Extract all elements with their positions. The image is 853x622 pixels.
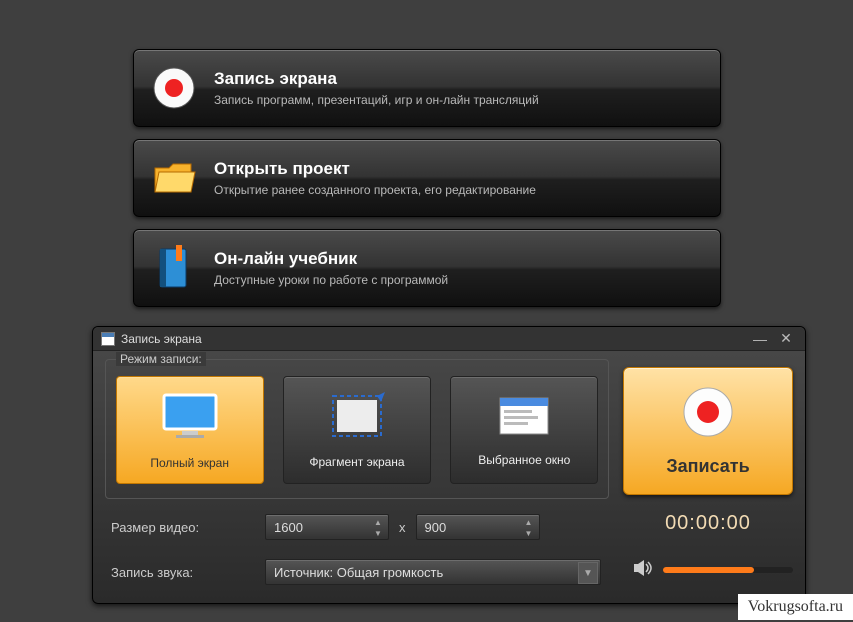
record-button[interactable]: Записать: [623, 367, 793, 495]
video-size-label: Размер видео:: [105, 520, 265, 535]
watermark: Vokrugsofta.ru: [738, 594, 853, 620]
menu-title: Он-лайн учебник: [214, 249, 720, 269]
volume-slider[interactable]: [663, 567, 793, 573]
folder-icon: [148, 152, 200, 204]
spin-down-icon[interactable]: ▼: [521, 528, 537, 539]
selection-icon: [329, 392, 385, 443]
width-input[interactable]: 1600 ▲▼: [265, 514, 389, 540]
audio-source-select[interactable]: Источник: Общая громкость ▼: [265, 559, 601, 585]
audio-row: Запись звука: Источник: Общая громкость …: [105, 557, 609, 587]
audio-label: Запись звука:: [105, 565, 265, 580]
window-icon: [496, 394, 552, 441]
spin-up-icon[interactable]: ▲: [370, 517, 386, 528]
menu-desc: Доступные уроки по работе с программой: [214, 273, 720, 287]
video-size-row: Размер видео: 1600 ▲▼ x 900 ▲▼: [105, 512, 609, 542]
mode-fullscreen[interactable]: Полный экран: [116, 376, 264, 484]
book-icon: [148, 242, 200, 294]
record-icon: [148, 62, 200, 114]
menu-desc: Открытие ранее созданного проекта, его р…: [214, 183, 720, 197]
panel-titlebar: Запись экрана — ✕: [93, 327, 805, 351]
spin-down-icon[interactable]: ▼: [370, 528, 386, 539]
chevron-down-icon[interactable]: ▼: [578, 562, 598, 584]
mode-group: Режим записи: Полный экран Фрагмент экра…: [105, 359, 609, 499]
app-icon: [101, 332, 115, 346]
timer: 00:00:00: [623, 512, 793, 535]
mode-group-label: Режим записи:: [116, 352, 206, 366]
menu-online-tutorial[interactable]: Он-лайн учебник Доступные уроки по работ…: [133, 229, 721, 307]
menu-open-project[interactable]: Открыть проект Открытие ранее созданного…: [133, 139, 721, 217]
close-button[interactable]: ✕: [775, 332, 797, 346]
x-label: x: [399, 520, 406, 535]
record-icon: [681, 385, 735, 444]
menu-title: Открыть проект: [214, 159, 720, 179]
menu-desc: Запись программ, презентаций, игр и он-л…: [214, 93, 720, 107]
spin-up-icon[interactable]: ▲: [521, 517, 537, 528]
monitor-icon: [158, 391, 222, 444]
mode-window[interactable]: Выбранное окно: [450, 376, 598, 484]
height-input[interactable]: 900 ▲▼: [416, 514, 540, 540]
mode-fragment[interactable]: Фрагмент экрана: [283, 376, 431, 484]
recorder-panel: Запись экрана — ✕ Режим записи: Полный э…: [92, 326, 806, 604]
menu-title: Запись экрана: [214, 69, 720, 89]
minimize-button[interactable]: —: [749, 332, 771, 346]
menu-record-screen[interactable]: Запись экрана Запись программ, презентац…: [133, 49, 721, 127]
panel-title: Запись экрана: [121, 332, 202, 346]
speaker-icon[interactable]: [633, 559, 653, 580]
